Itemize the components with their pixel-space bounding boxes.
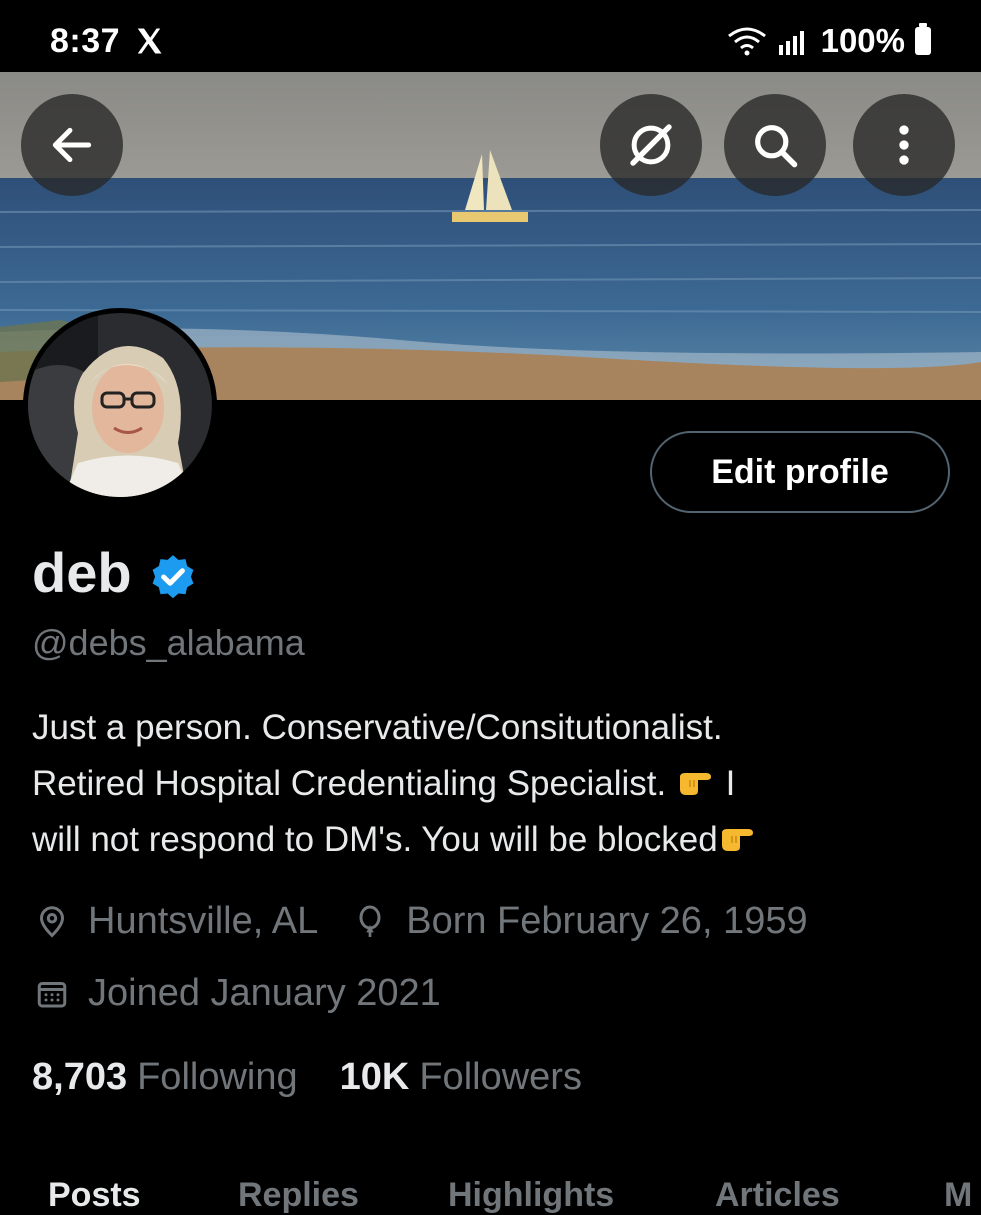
edit-profile-button[interactable]: Edit profile (650, 431, 950, 513)
tab-articles[interactable]: Articles (715, 1176, 840, 1215)
join-date: Joined January 2021 (34, 972, 441, 1015)
status-bar: 8:37 100% (0, 0, 981, 72)
bio-line: will not respond to DM's. You will be bl… (32, 812, 952, 868)
following-link[interactable]: 8,703 Following (32, 1056, 298, 1099)
wifi-icon (727, 27, 766, 56)
location-pin-icon (39, 905, 65, 938)
arrow-left-icon (52, 127, 92, 163)
followers-count: 10K (339, 1056, 410, 1098)
pointing-right-emoji-icon (679, 773, 711, 795)
tab-media[interactable]: M (944, 1176, 972, 1215)
grok-icon (630, 124, 672, 166)
tab-highlights[interactable]: Highlights (448, 1176, 614, 1215)
signal-icon (778, 31, 804, 55)
avatar[interactable] (23, 308, 217, 502)
bio-text-tail: I (715, 764, 736, 803)
battery-icon (915, 23, 931, 55)
location: Huntsville, AL (34, 900, 318, 943)
bio-text: will not respond to DM's. You will be bl… (32, 820, 718, 859)
tab-posts[interactable]: Posts (48, 1176, 141, 1215)
pointing-right-emoji-icon (721, 829, 753, 851)
balloon-icon (359, 905, 381, 937)
profile-meta-row: Huntsville, AL Born February 26, 1959 (34, 900, 808, 943)
search-button[interactable] (724, 94, 826, 196)
tab-replies[interactable]: Replies (238, 1176, 359, 1215)
status-time: 8:37 (50, 22, 121, 60)
birthday-text: Born February 26, 1959 (406, 900, 808, 942)
profile-tabs: Posts Replies Highlights Articles M (0, 1168, 981, 1214)
name-row: deb (32, 540, 198, 605)
display-name: deb (32, 541, 132, 604)
followers-link[interactable]: 10K Followers (340, 1056, 582, 1099)
bio-text: Retired Hospital Credentialing Specialis… (32, 764, 676, 803)
following-label: Following (137, 1056, 298, 1098)
more-options-button[interactable] (853, 94, 955, 196)
location-text: Huntsville, AL (88, 900, 319, 942)
calendar-icon (37, 981, 67, 1007)
user-handle: @debs_alabama (32, 622, 305, 663)
birthday: Born February 26, 1959 (352, 900, 808, 943)
bio-line: Just a person. Conservative/Consitutiona… (32, 708, 723, 747)
grok-button[interactable] (600, 94, 702, 196)
bio: Just a person. Conservative/Consitutiona… (32, 700, 952, 868)
more-vertical-icon (899, 125, 909, 165)
battery-percent: 100% (820, 22, 905, 59)
followers-label: Followers (419, 1056, 582, 1098)
back-button[interactable] (21, 94, 123, 196)
x-logo-icon (137, 28, 162, 54)
profile-meta-row: Joined January 2021 (34, 972, 441, 1015)
following-count: 8,703 (32, 1056, 128, 1098)
status-indicators: 100% (727, 22, 931, 60)
join-date-text: Joined January 2021 (88, 972, 441, 1014)
follow-stats: 8,703 Following 10K Followers (32, 1056, 582, 1099)
search-icon (755, 125, 798, 168)
avatar-image (28, 313, 212, 497)
verified-badge-icon[interactable] (148, 552, 198, 602)
bio-line: Retired Hospital Credentialing Specialis… (32, 756, 952, 812)
